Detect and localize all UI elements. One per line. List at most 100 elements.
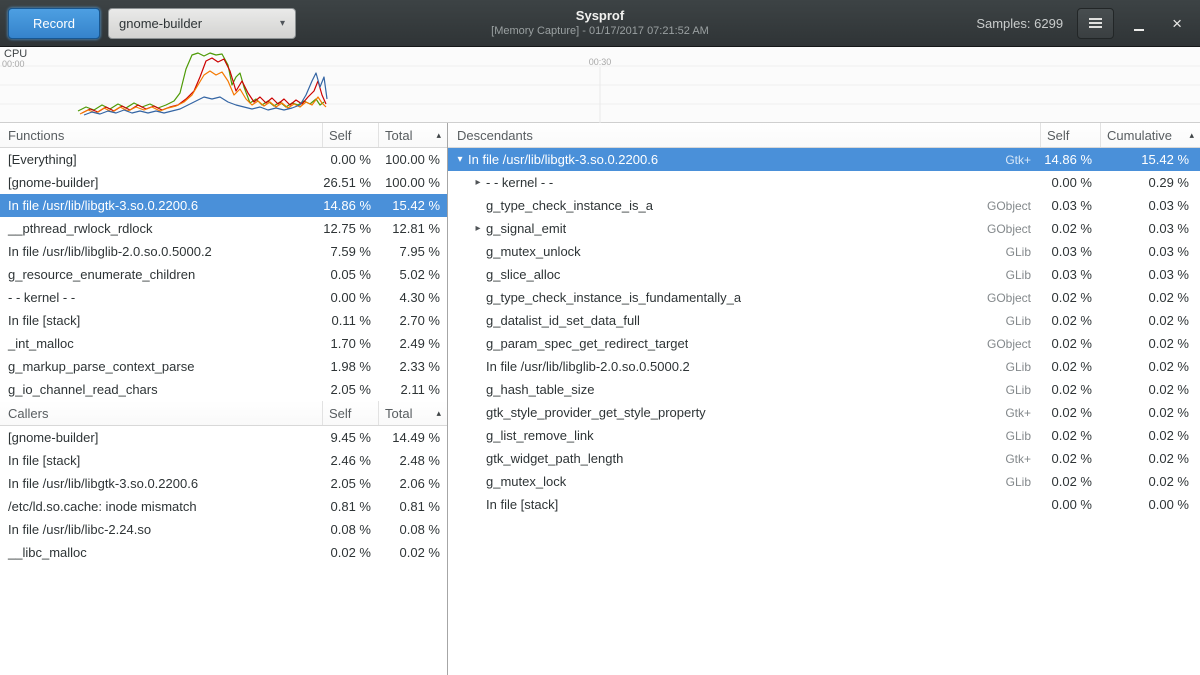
column-self[interactable]: Self	[322, 401, 378, 425]
table-row[interactable]: __pthread_rwlock_rdlock12.75 %12.81 %	[0, 217, 447, 240]
function-name: [gnome-builder]	[0, 175, 322, 190]
self-percent: 0.00 %	[322, 290, 378, 305]
tree-row[interactable]: ▾In file /usr/lib/libgtk-3.so.0.2200.6Gt…	[448, 148, 1200, 171]
sort-indicator-icon: ▴	[436, 130, 441, 141]
table-row[interactable]: __libc_malloc0.02 %0.02 %	[0, 541, 447, 564]
tree-name-cell: g_mutex_unlockGLib	[448, 244, 1040, 259]
total-percent: 2.48 %	[378, 453, 447, 468]
column-callers[interactable]: Callers	[0, 401, 322, 425]
table-row[interactable]: In file [stack]0.11 %2.70 %	[0, 309, 447, 332]
column-total[interactable]: Total ▴	[378, 401, 447, 425]
tree-row[interactable]: gtk_widget_path_lengthGtk+0.02 %0.02 %	[448, 447, 1200, 470]
function-name: In file /usr/lib/libgtk-3.so.0.2200.6	[0, 476, 322, 491]
table-row[interactable]: In file /usr/lib/libgtk-3.so.0.2200.62.0…	[0, 472, 447, 495]
self-percent: 0.00 %	[1040, 497, 1100, 512]
function-name: _int_malloc	[0, 336, 322, 351]
table-row[interactable]: In file [stack]2.46 %2.48 %	[0, 449, 447, 472]
minimize-button[interactable]	[1134, 15, 1144, 31]
table-row[interactable]: [gnome-builder]26.51 %100.00 %	[0, 171, 447, 194]
self-percent: 0.02 %	[1040, 359, 1100, 374]
self-percent: 2.05 %	[322, 382, 378, 397]
self-percent: 0.08 %	[322, 522, 378, 537]
table-row[interactable]: - - kernel - -0.00 %4.30 %	[0, 286, 447, 309]
function-name: - - kernel - -	[0, 290, 322, 305]
tree-name-cell: g_param_spec_get_redirect_targetGObject	[448, 336, 1040, 351]
column-self[interactable]: Self	[322, 123, 378, 147]
self-percent: 0.00 %	[1040, 175, 1100, 190]
self-percent: 9.45 %	[322, 430, 378, 445]
total-percent: 2.11 %	[378, 382, 447, 397]
table-row[interactable]: /etc/ld.so.cache: inode mismatch0.81 %0.…	[0, 495, 447, 518]
cumulative-percent: 0.03 %	[1100, 221, 1200, 236]
column-functions[interactable]: Functions	[0, 123, 322, 147]
cumulative-percent: 15.42 %	[1100, 152, 1200, 167]
tree-row[interactable]: In file [stack] 0.00 %0.00 %	[448, 493, 1200, 516]
total-percent: 100.00 %	[378, 175, 447, 190]
functions-list: [Everything]0.00 %100.00 %[gnome-builder…	[0, 148, 447, 401]
table-row[interactable]: g_io_channel_read_chars2.05 %2.11 %	[0, 378, 447, 401]
tree-row[interactable]: In file /usr/lib/libglib-2.0.so.0.5000.2…	[448, 355, 1200, 378]
table-row[interactable]: [Everything]0.00 %100.00 %	[0, 148, 447, 171]
self-percent: 0.02 %	[1040, 474, 1100, 489]
tree-row[interactable]: ▸- - kernel - -0.00 %0.29 %	[448, 171, 1200, 194]
self-percent: 0.03 %	[1040, 267, 1100, 282]
target-select[interactable]: gnome-builder ▾	[108, 8, 296, 39]
total-percent: 5.02 %	[378, 267, 447, 282]
cpu-graph[interactable]: CPU 00:00 00:30	[0, 47, 1200, 123]
target-select-value: gnome-builder	[119, 16, 202, 31]
callers-list: [gnome-builder]9.45 %14.49 %In file [sta…	[0, 426, 447, 564]
expander-closed-icon[interactable]: ▸	[470, 177, 486, 188]
tree-row[interactable]: g_type_check_instance_is_fundamentally_a…	[448, 286, 1200, 309]
close-button[interactable]: ×	[1172, 15, 1182, 31]
tree-row[interactable]: g_slice_allocGLib0.03 %0.03 %	[448, 263, 1200, 286]
tree-row[interactable]: ▸g_signal_emitGObject0.02 %0.03 %	[448, 217, 1200, 240]
descendants-column-header: Descendants Self Cumulative ▴	[448, 123, 1200, 148]
function-name: In file [stack]	[0, 313, 322, 328]
self-percent: 0.02 %	[1040, 382, 1100, 397]
tree-row[interactable]: g_mutex_unlockGLib0.03 %0.03 %	[448, 240, 1200, 263]
column-total-label: Total	[385, 406, 412, 421]
sort-indicator-icon: ▴	[1189, 130, 1194, 141]
cumulative-percent: 0.00 %	[1100, 497, 1200, 512]
function-name: /etc/ld.so.cache: inode mismatch	[0, 499, 322, 514]
tree-name-cell: ▾In file /usr/lib/libgtk-3.so.0.2200.6Gt…	[448, 152, 1040, 167]
table-row[interactable]: In file /usr/lib/libgtk-3.so.0.2200.614.…	[0, 194, 447, 217]
cpu-series-orange	[80, 71, 326, 114]
tree-row[interactable]: g_type_check_instance_is_aGObject0.03 %0…	[448, 194, 1200, 217]
library-badge: GLib	[996, 429, 1040, 443]
cumulative-percent: 0.02 %	[1100, 405, 1200, 420]
function-name: In file [stack]	[486, 497, 558, 512]
table-row[interactable]: In file /usr/lib/libglib-2.0.so.0.5000.2…	[0, 240, 447, 263]
column-total-label: Total	[385, 128, 412, 143]
menu-button[interactable]	[1077, 8, 1114, 39]
library-badge: GLib	[996, 475, 1040, 489]
tree-row[interactable]: g_datalist_id_set_data_fullGLib0.02 %0.0…	[448, 309, 1200, 332]
table-row[interactable]: g_resource_enumerate_children0.05 %5.02 …	[0, 263, 447, 286]
column-descendants[interactable]: Descendants	[448, 123, 1040, 147]
tree-row[interactable]: gtk_style_provider_get_style_propertyGtk…	[448, 401, 1200, 424]
table-row[interactable]: _int_malloc1.70 %2.49 %	[0, 332, 447, 355]
tree-row[interactable]: g_list_remove_linkGLib0.02 %0.02 %	[448, 424, 1200, 447]
tree-row[interactable]: g_mutex_lockGLib0.02 %0.02 %	[448, 470, 1200, 493]
tree-row[interactable]: g_hash_table_sizeGLib0.02 %0.02 %	[448, 378, 1200, 401]
column-total[interactable]: Total ▴	[378, 123, 447, 147]
cumulative-percent: 0.02 %	[1100, 359, 1200, 374]
column-cumulative[interactable]: Cumulative ▴	[1100, 123, 1200, 147]
cumulative-percent: 0.03 %	[1100, 267, 1200, 282]
total-percent: 15.42 %	[378, 198, 447, 213]
self-percent: 0.02 %	[322, 545, 378, 560]
record-button[interactable]: Record	[8, 8, 100, 39]
total-percent: 0.08 %	[378, 522, 447, 537]
total-percent: 2.70 %	[378, 313, 447, 328]
self-percent: 0.02 %	[1040, 313, 1100, 328]
table-row[interactable]: [gnome-builder]9.45 %14.49 %	[0, 426, 447, 449]
column-self[interactable]: Self	[1040, 123, 1100, 147]
self-percent: 12.75 %	[322, 221, 378, 236]
expander-open-icon[interactable]: ▾	[452, 154, 468, 165]
table-row[interactable]: In file /usr/lib/libc-2.24.so0.08 %0.08 …	[0, 518, 447, 541]
tree-name-cell: g_type_check_instance_is_aGObject	[448, 198, 1040, 213]
self-percent: 0.02 %	[1040, 451, 1100, 466]
expander-closed-icon[interactable]: ▸	[470, 223, 486, 234]
tree-row[interactable]: g_param_spec_get_redirect_targetGObject0…	[448, 332, 1200, 355]
table-row[interactable]: g_markup_parse_context_parse1.98 %2.33 %	[0, 355, 447, 378]
